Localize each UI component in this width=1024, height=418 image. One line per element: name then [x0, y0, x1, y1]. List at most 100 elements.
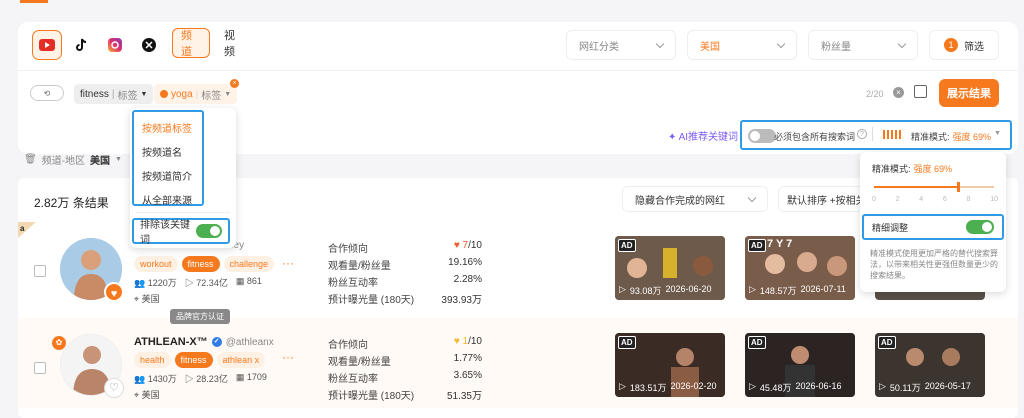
filter-count-badge: 1	[944, 38, 958, 52]
tag[interactable]: fitness	[181, 256, 220, 272]
keyword-chip-yoga[interactable]: yoga | 标签 ▼	[154, 84, 238, 104]
menu-item-all-sources[interactable]: 从全部来源	[142, 192, 192, 207]
fine-tune-label: 精细调整	[872, 222, 909, 233]
sort-dropdown[interactable]: 默认排序 +按相关相	[778, 186, 868, 212]
filter-label: 筛选	[964, 41, 984, 53]
creator-handle: @athleanx	[225, 336, 274, 348]
tab-channel[interactable]: 频道	[172, 28, 210, 58]
thumbnail-overlay-text: 7 Y 7	[767, 238, 793, 250]
divider	[872, 127, 873, 141]
verified-tooltip: 品牌官方认证	[170, 309, 230, 324]
caret-down-icon: ▼	[140, 90, 148, 98]
menu-item-by-name[interactable]: 按频道名	[142, 144, 182, 159]
video-views: 45.48万	[759, 383, 792, 393]
video-count-icon: ▦	[235, 372, 245, 382]
help-icon[interactable]: ?	[857, 129, 867, 139]
tag-list: health fitness athlean x	[134, 352, 266, 368]
creator-stats: 👥 1220万 ▷ 72.34亿 ▦ 861	[134, 276, 262, 289]
metric-label: 合作倾向	[328, 340, 368, 351]
region-value: 美国	[90, 156, 111, 167]
play-icon: ▷	[184, 374, 194, 384]
ad-badge: AD	[748, 239, 766, 252]
followers-icon: 👥	[134, 278, 146, 288]
must-include-toggle[interactable]	[748, 129, 776, 143]
tag[interactable]: workout	[134, 256, 178, 272]
metric-label: 粉丝互动率	[328, 278, 378, 289]
video-thumbnail[interactable]: AD ▷ 93.08万 2026-06-20	[615, 236, 725, 300]
more-options-icon[interactable]: ···	[282, 350, 294, 364]
precision-mode-select[interactable]: 精准模式: 强度 69% ▼	[911, 130, 1001, 143]
video-date: 2026-07-11	[800, 284, 846, 294]
filter-button[interactable]: 1 筛选	[929, 30, 999, 60]
tiktok-icon	[76, 38, 87, 51]
tag[interactable]: health	[134, 352, 171, 368]
search-mode-toggle[interactable]: ⟲	[30, 85, 64, 101]
video-thumbnail[interactable]: AD ▷ 45.48万 2026-06-16	[745, 333, 855, 397]
tag[interactable]: fitness	[174, 352, 213, 368]
remove-keyword-icon[interactable]: ×	[230, 79, 239, 88]
instagram-platform-button[interactable]	[100, 30, 130, 60]
location-pin-icon: ⌖	[134, 294, 140, 304]
ai-recommend-link[interactable]: ✦ AI推荐关键词	[668, 128, 738, 143]
heart-rating-icon: ♥	[453, 336, 460, 347]
location-text: 美国	[141, 390, 160, 400]
video-thumbnail[interactable]: AD ▷ 50.11万 2026-05-17	[875, 333, 985, 397]
favorite-heart-icon[interactable]: ♡	[104, 378, 124, 398]
fine-tune-row[interactable]: 精细调整	[862, 214, 1004, 240]
region-filter[interactable]: 🗑 频道-地区 美国 ▼	[24, 152, 122, 167]
followers-placeholder: 粉丝量	[821, 41, 851, 53]
metric-label: 预计曝光量 (180天)	[328, 391, 415, 402]
video-thumbnail[interactable]: AD ▷ 183.51万 2026-02-20	[615, 333, 725, 397]
tag[interactable]: athlean x	[216, 352, 266, 368]
content-type-tabs: 频道 视频	[172, 28, 252, 60]
creator-stats: 👥 1430万 ▷ 28.23亿 ▦ 1709	[134, 372, 267, 385]
category-dropdown[interactable]: 网红分类	[566, 30, 676, 60]
row-checkbox[interactable]	[34, 265, 46, 277]
favorite-heart-icon[interactable]: ♥	[104, 282, 124, 302]
x-icon	[142, 38, 156, 52]
must-include-label: 必须包含所有搜索词	[774, 132, 856, 142]
tag-list: workout fitness challenge	[134, 256, 275, 272]
save-icon[interactable]	[914, 85, 927, 98]
exclude-keyword-toggle[interactable]	[195, 224, 222, 238]
tag[interactable]: challenge	[223, 256, 275, 272]
video-thumbnail[interactable]: AD 7 Y 7 ▷ 148.57万 2026-07-11	[745, 236, 855, 300]
video-views: 148.57万	[759, 286, 797, 296]
video-count-icon: ▦	[235, 276, 245, 286]
engagement-rate: 3.65%	[453, 370, 482, 381]
location: ⌖ 美国	[134, 292, 160, 305]
popover-value: 强度 69%	[913, 164, 953, 174]
hide-collaborated-dropdown[interactable]: 隐藏合作完成的网红	[622, 186, 768, 212]
estimated-exposure: 51.35万	[446, 391, 482, 402]
youtube-icon	[39, 39, 55, 51]
exclude-keyword-label: 排除该关键词	[140, 220, 190, 246]
youtube-platform-button[interactable]	[32, 30, 62, 60]
result-count: 2.82万 条结果	[34, 196, 109, 210]
x-platform-button[interactable]	[134, 30, 164, 60]
strength-bars-icon	[883, 130, 901, 139]
tab-video[interactable]: 视频	[216, 28, 252, 58]
fine-tune-toggle[interactable]	[966, 220, 994, 234]
video-views: 50.11万	[889, 383, 921, 393]
clear-icon[interactable]: ×	[893, 87, 904, 98]
keyword-text: yoga	[171, 88, 193, 100]
precision-slider-thumb[interactable]	[956, 182, 960, 192]
followers-dropdown[interactable]: 粉丝量	[808, 30, 918, 60]
verified-icon: ✓	[211, 337, 222, 347]
country-dropdown[interactable]: 美国	[687, 30, 797, 60]
estimated-exposure: 393.93万	[441, 295, 482, 306]
row-checkbox[interactable]	[34, 362, 46, 374]
menu-item-by-description[interactable]: 按频道简介	[142, 168, 192, 183]
keyword-chip-fitness[interactable]: fitness | 标签 ▼	[74, 84, 154, 104]
creator-name-line[interactable]: ATHLEAN-X™ ✓ @athleanx	[134, 336, 274, 348]
keyword-type: 标签	[201, 90, 222, 102]
caret-down-icon: ▼	[994, 130, 1001, 137]
precision-slider-track[interactable]	[874, 182, 994, 192]
show-results-button[interactable]: 展示结果	[939, 79, 999, 107]
more-options-icon[interactable]: ···	[282, 256, 294, 270]
tiktok-platform-button[interactable]	[66, 30, 96, 60]
exclude-keyword-row[interactable]: 排除该关键词	[132, 218, 230, 246]
menu-item-by-tag[interactable]: 按频道标签	[142, 120, 192, 135]
video-count: 861	[246, 276, 262, 286]
trash-icon[interactable]: 🗑	[24, 154, 37, 165]
